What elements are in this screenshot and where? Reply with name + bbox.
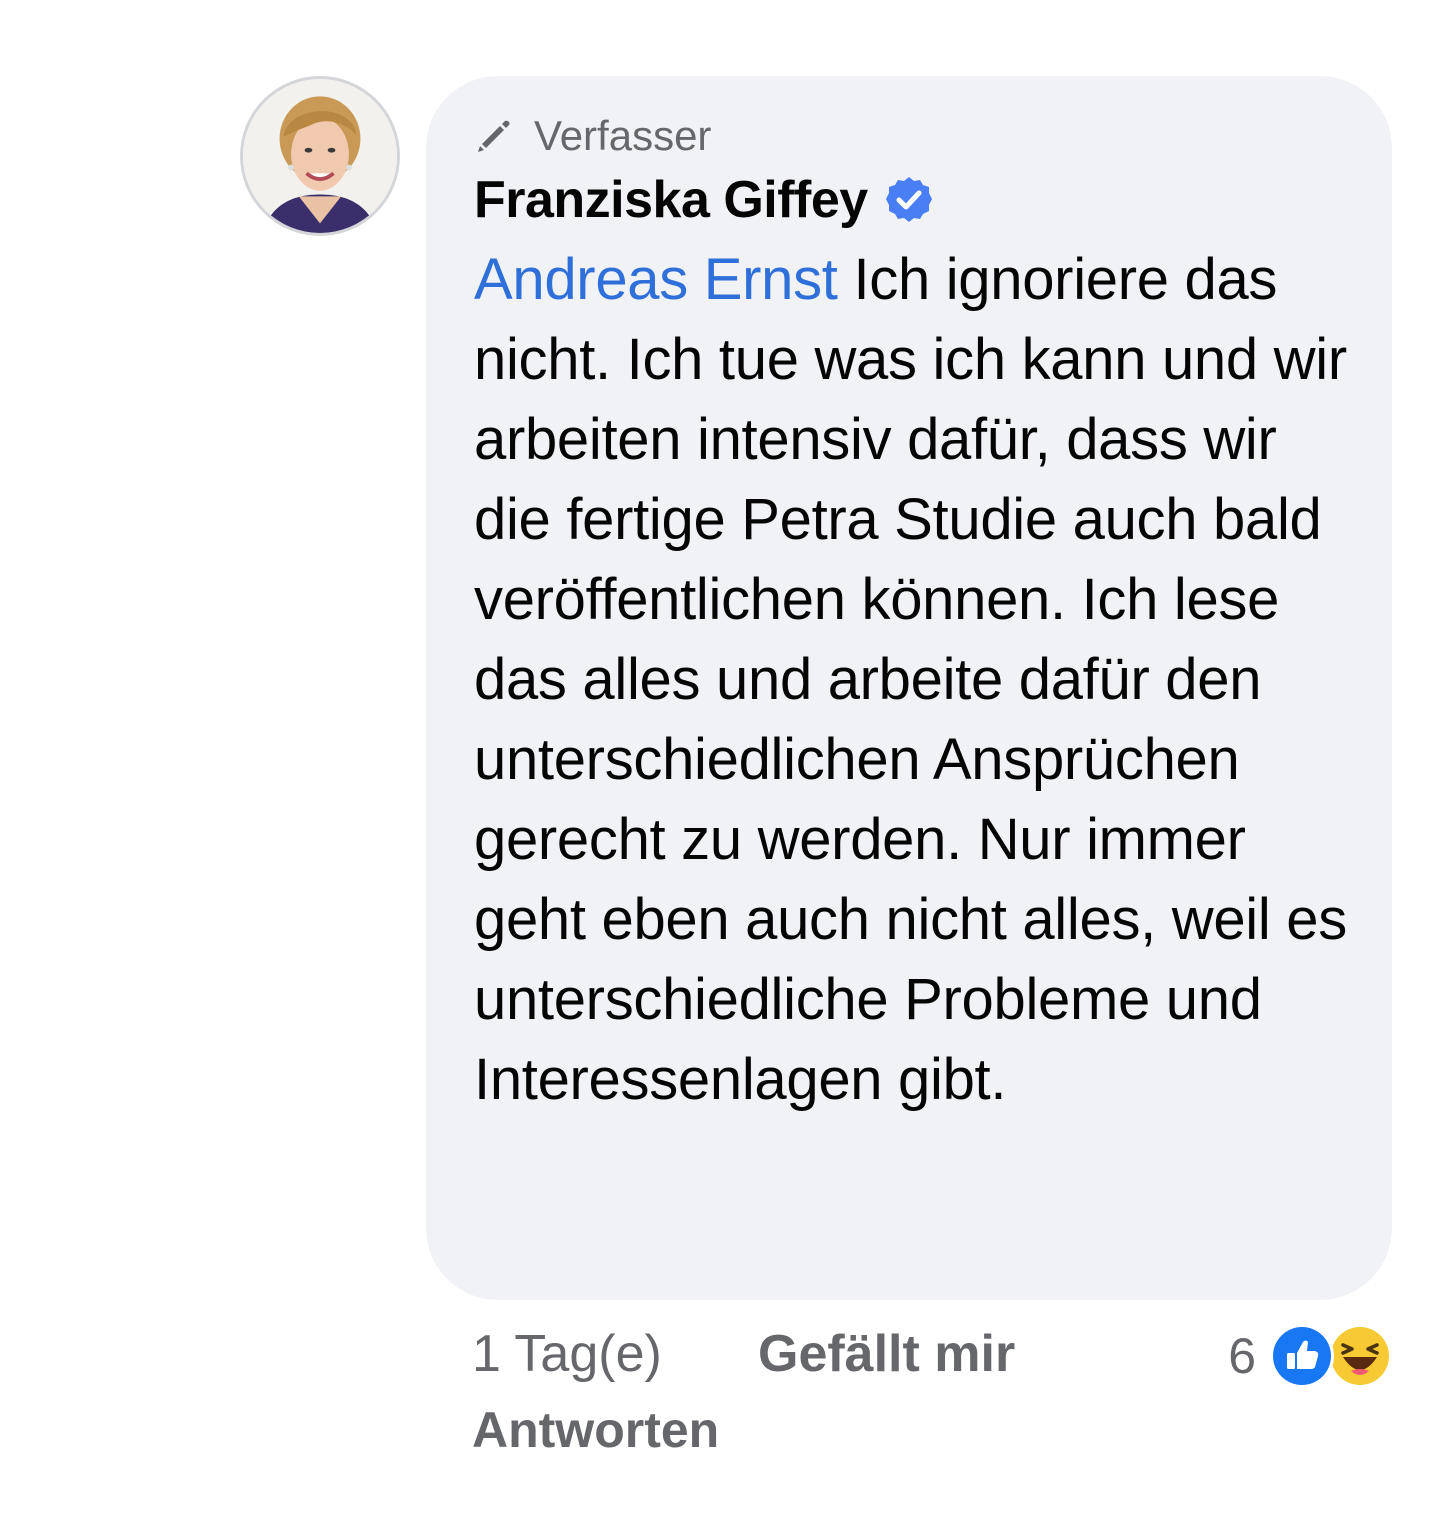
reaction-count: 6 [1228, 1328, 1256, 1384]
mention-link[interactable]: Andreas Ernst [474, 247, 838, 312]
verified-badge-icon [884, 175, 934, 225]
comment-body: Ich ignoriere das nicht. Ich tue was ich… [474, 247, 1347, 1112]
haha-reaction-icon [1328, 1324, 1392, 1388]
comment-bubble: Verfasser Franziska Giffey Andreas Ernst… [426, 76, 1392, 1300]
author-row: Franziska Giffey [474, 168, 1344, 232]
comment-text: Andreas Ernst Ich ignoriere das nicht. I… [474, 240, 1354, 1120]
avatar[interactable] [240, 76, 400, 236]
like-reaction-icon [1270, 1324, 1334, 1388]
comment-footer: 1 Tag(e) Gefällt mir Antworten 6 [472, 1318, 1392, 1468]
like-button[interactable]: Gefällt mir [758, 1318, 1015, 1390]
author-badge: Verfasser [474, 112, 1344, 160]
author-name[interactable]: Franziska Giffey [474, 168, 868, 232]
avatar-photo [243, 79, 397, 233]
pencil-icon [474, 116, 514, 156]
author-badge-label: Verfasser [534, 112, 712, 159]
reply-button[interactable]: Antworten [472, 1394, 719, 1466]
timestamp[interactable]: 1 Tag(e) [472, 1318, 662, 1390]
reactions-summary[interactable]: 6 [1228, 1324, 1392, 1388]
